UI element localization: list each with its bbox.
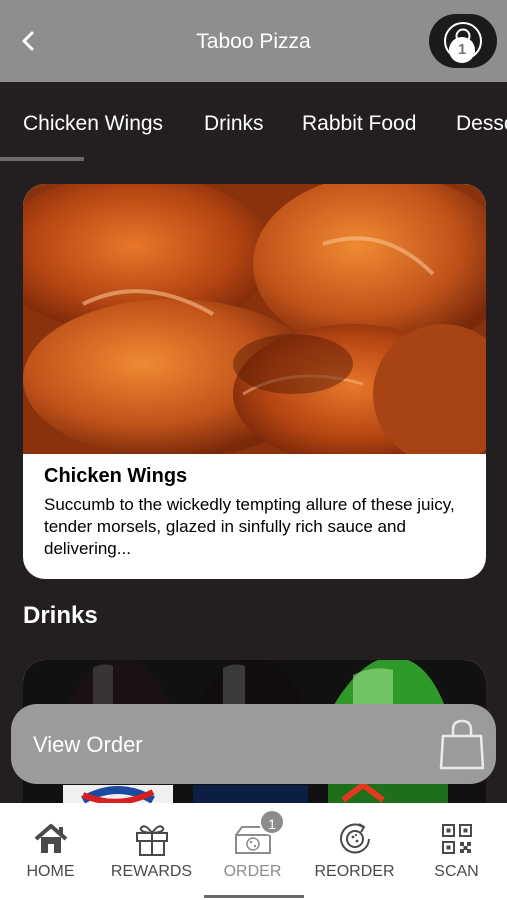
nav-label-reorder: REORDER: [314, 863, 395, 880]
nav-order[interactable]: 1 ORDER: [202, 803, 303, 900]
nav-scan[interactable]: SCAN: [406, 803, 507, 900]
active-nav-indicator: [204, 895, 304, 898]
order-count-badge: 1: [259, 809, 285, 835]
section-title-drinks: Drinks: [23, 602, 98, 629]
home-icon: [34, 824, 67, 853]
shopping-bag-icon: [439, 719, 485, 770]
tab-chicken-wings[interactable]: Chicken Wings: [23, 112, 163, 136]
nav-home[interactable]: HOME: [0, 803, 101, 900]
reorder-icon: [339, 823, 370, 854]
nav-reorder[interactable]: REORDER: [304, 803, 405, 900]
cart-count-badge: 1: [449, 37, 475, 63]
view-order-label: View Order: [33, 732, 143, 757]
nav-label-home: HOME: [26, 863, 75, 880]
view-order-button[interactable]: View Order: [11, 704, 496, 784]
tab-rabbit-food[interactable]: Rabbit Food: [302, 112, 416, 136]
app-header: Taboo Pizza: [0, 0, 507, 82]
bottom-navigation: HOME REWARDS 1 ORDER REORDER SCAN: [0, 803, 507, 900]
nav-label-scan: SCAN: [434, 863, 479, 880]
menu-card-chicken-wings[interactable]: Chicken Wings Succumb to the wickedly te…: [23, 184, 486, 579]
category-tabs: Chicken Wings Drinks Rabbit Food Desse: [0, 82, 507, 164]
card-description: Succumb to the wickedly tempting allure …: [44, 495, 455, 558]
nav-label-order: ORDER: [223, 863, 282, 880]
tab-drinks[interactable]: Drinks: [204, 112, 264, 136]
nav-label-rewards: REWARDS: [110, 863, 193, 880]
nav-rewards[interactable]: REWARDS: [101, 803, 202, 900]
active-tab-indicator: [0, 157, 84, 161]
tab-desserts[interactable]: Desse: [456, 112, 507, 136]
card-title: Chicken Wings: [44, 465, 188, 487]
gift-icon: [135, 825, 168, 856]
chicken-wings-image: [23, 184, 486, 454]
qr-code-icon: [441, 824, 472, 854]
